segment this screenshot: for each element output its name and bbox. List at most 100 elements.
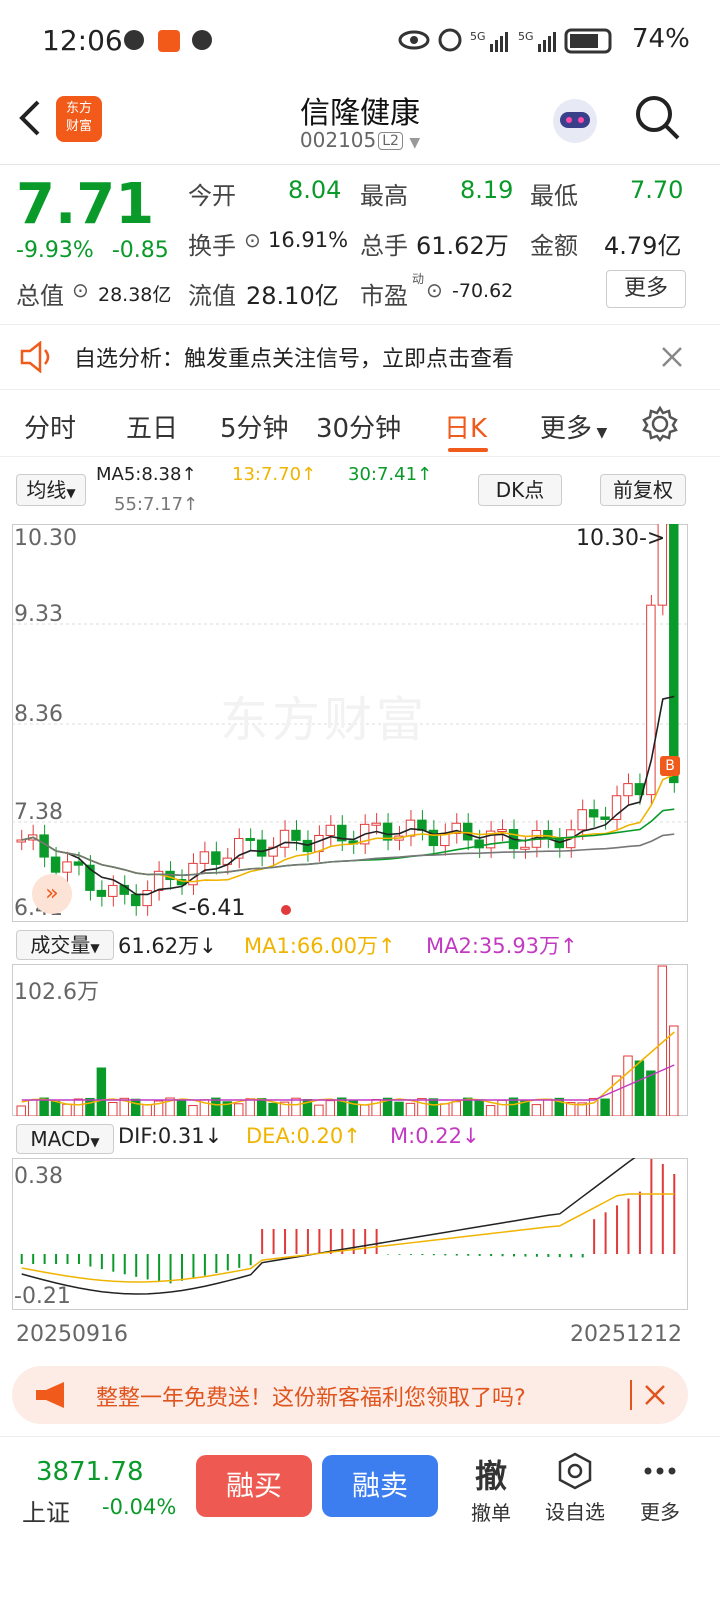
gear-icon[interactable] bbox=[642, 406, 678, 442]
volume-bar bbox=[130, 1098, 141, 1116]
volume-ma1-line bbox=[21, 1031, 675, 1106]
status-bar: 12:06 5G 5G 74% bbox=[0, 0, 720, 80]
macd-dea-line bbox=[21, 1193, 675, 1283]
macd-chart[interactable] bbox=[12, 1158, 688, 1310]
index-value[interactable]: 3871.78 bbox=[36, 1457, 144, 1487]
pe-value: -70.62 bbox=[452, 280, 514, 302]
volume-bar bbox=[462, 1097, 473, 1116]
robot-assistant-icon[interactable] bbox=[548, 94, 602, 148]
volume-bar bbox=[142, 1104, 152, 1116]
tab-more[interactable]: 更多 ▼ bbox=[540, 408, 607, 445]
low-label: 最低 bbox=[530, 182, 578, 210]
svg-text:5G: 5G bbox=[518, 30, 534, 43]
candle bbox=[520, 846, 530, 850]
volume-bar bbox=[50, 1100, 61, 1116]
tab-five-day[interactable]: 五日 bbox=[126, 408, 178, 445]
candle bbox=[417, 819, 427, 831]
dk-point-button[interactable]: DK点 bbox=[478, 474, 562, 506]
candle bbox=[669, 524, 679, 784]
volume-bar bbox=[669, 1025, 679, 1116]
y-axis-label-2: 9.33 bbox=[14, 602, 63, 627]
promo-banner[interactable]: 整整一年免费送！这份新客福利您领取了吗? bbox=[12, 1366, 688, 1424]
volume-bar bbox=[646, 1070, 656, 1116]
candle bbox=[577, 809, 587, 831]
tab-intraday[interactable]: 分时 bbox=[24, 408, 76, 445]
tab-30min[interactable]: 30分钟 bbox=[316, 408, 401, 445]
total-value: 28.38亿 bbox=[98, 284, 172, 306]
ma5-value: MA5:8.38↑ bbox=[96, 464, 197, 485]
ma-selector[interactable]: 均线▼ bbox=[16, 474, 86, 506]
turnover-label: 换手 bbox=[188, 232, 236, 260]
volume-label: 总手 bbox=[360, 232, 408, 260]
amount-value: 4.79亿 bbox=[604, 232, 682, 260]
chart-frame bbox=[12, 964, 688, 1116]
hexagon-icon bbox=[558, 1452, 592, 1490]
candle bbox=[611, 795, 622, 820]
volume-chart[interactable] bbox=[12, 964, 688, 1116]
search-icon[interactable] bbox=[634, 94, 682, 142]
open-value: 8.04 bbox=[288, 176, 342, 204]
candle bbox=[325, 824, 336, 836]
macd-selector[interactable]: MACD▼ bbox=[16, 1124, 114, 1154]
ma-line bbox=[21, 808, 675, 877]
tab-daily-k[interactable]: 日K bbox=[444, 408, 487, 445]
volume-selector[interactable]: 成交量▼ bbox=[16, 930, 114, 960]
candle bbox=[302, 839, 313, 853]
float-value-label: 流值 bbox=[188, 282, 236, 310]
macd-bottom-label: -0.21 bbox=[14, 1284, 71, 1309]
notice-text: 自选分析：触发重点关注信号，立即点击查看 bbox=[74, 347, 515, 372]
last-price: 7.71 bbox=[16, 172, 155, 237]
candle bbox=[291, 829, 301, 841]
expand-icon[interactable]: » bbox=[32, 874, 72, 914]
candle bbox=[588, 809, 599, 818]
volume-ma2-line bbox=[21, 1064, 675, 1101]
close-icon[interactable] bbox=[660, 345, 684, 369]
volume-bar bbox=[543, 1098, 553, 1116]
close-icon[interactable] bbox=[644, 1384, 666, 1406]
volume-bar bbox=[485, 1105, 496, 1116]
index-name[interactable]: 上证 bbox=[22, 1493, 70, 1528]
volume-bar bbox=[634, 1060, 645, 1116]
active-tab-indicator bbox=[448, 448, 488, 452]
volume-bar bbox=[405, 1102, 416, 1116]
add-watchlist-item[interactable]: 设自选 bbox=[540, 1451, 610, 1525]
candle bbox=[130, 893, 141, 907]
cancel-order-item[interactable]: 撤 撤单 bbox=[466, 1451, 516, 1526]
volume-bar bbox=[325, 1100, 336, 1116]
svg-text:5G: 5G bbox=[470, 30, 486, 43]
y-axis-label-4: 7.38 bbox=[14, 800, 63, 825]
more-menu-item[interactable]: 更多 bbox=[632, 1451, 688, 1525]
buy-signal-marker[interactable]: B bbox=[660, 756, 680, 776]
volume-bar bbox=[417, 1098, 427, 1116]
candle bbox=[497, 828, 507, 832]
bottom-toolbar: 3871.78 上证 -0.04% 融买 融卖 撤 撤单 设自选 更多 bbox=[0, 1436, 720, 1611]
margin-sell-button[interactable]: 融卖 bbox=[322, 1455, 438, 1517]
more-quote-button[interactable]: 更多 bbox=[606, 270, 686, 308]
analysis-notice[interactable]: 自选分析：触发重点关注信号，立即点击查看 bbox=[0, 324, 720, 390]
stock-code[interactable]: 002105 L2 ▼ bbox=[0, 128, 720, 152]
info-icon[interactable]: ⊙ bbox=[72, 278, 89, 302]
volume-bar bbox=[96, 1067, 107, 1116]
candle bbox=[108, 884, 118, 897]
status-time: 12:06 bbox=[42, 24, 123, 57]
info-icon[interactable]: ⊙ bbox=[244, 228, 261, 252]
macd-dea: DEA:0.20↑ bbox=[246, 1124, 361, 1148]
min-price-note: <-6.41 bbox=[170, 896, 246, 921]
watermark: 东方财富 bbox=[220, 692, 429, 748]
volume-bar bbox=[497, 1099, 507, 1116]
volume-bar bbox=[531, 1104, 542, 1116]
volume-ma2: MA2:35.93万↑ bbox=[426, 934, 578, 958]
volume-bar bbox=[268, 1102, 278, 1116]
candle bbox=[623, 783, 633, 797]
adjust-price-button[interactable]: 前复权 bbox=[600, 474, 686, 506]
tab-5min[interactable]: 5分钟 bbox=[220, 408, 289, 445]
more-dots-icon bbox=[644, 1467, 676, 1475]
margin-buy-button[interactable]: 融买 bbox=[196, 1455, 312, 1517]
info-icon[interactable]: ⊙ bbox=[426, 278, 443, 302]
y-axis-label-3: 8.36 bbox=[14, 702, 63, 727]
candle bbox=[600, 816, 610, 820]
high-value: 8.19 bbox=[460, 176, 514, 204]
ma13-value: 13:7.70↑ bbox=[232, 464, 317, 485]
total-value-label: 总值 bbox=[16, 282, 64, 310]
ma55-value: 55:7.17↑ bbox=[114, 494, 199, 515]
